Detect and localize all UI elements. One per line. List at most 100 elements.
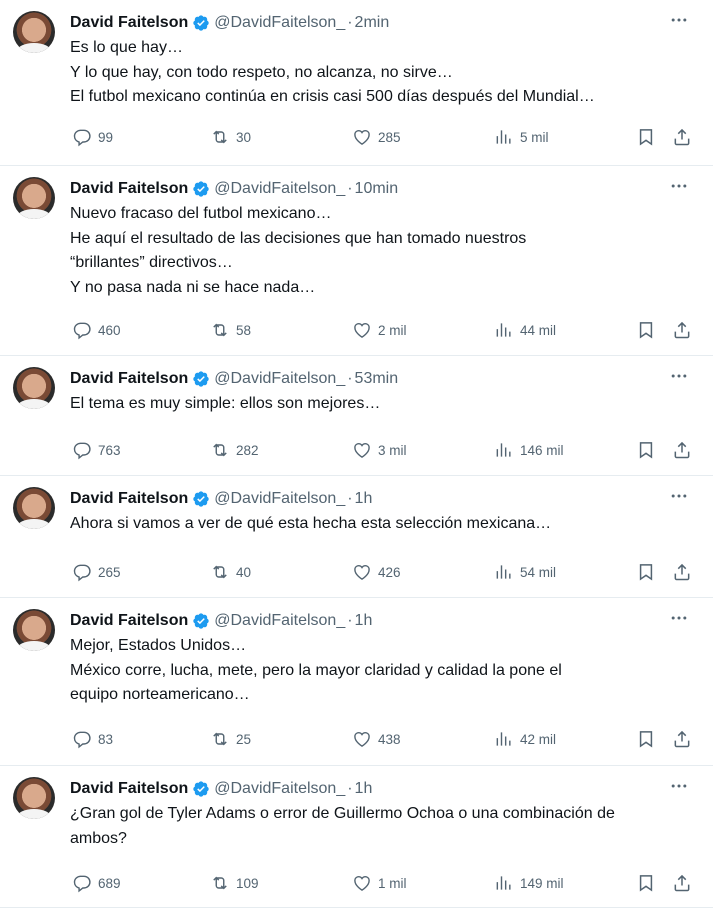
retweet-button[interactable]: 58: [210, 318, 251, 342]
more-options-icon[interactable]: [669, 366, 689, 386]
views-button[interactable]: 44 mil: [494, 318, 556, 342]
retweet-button[interactable]: 40: [210, 560, 251, 584]
timestamp[interactable]: 2min: [355, 12, 390, 34]
bookmark-button[interactable]: [636, 562, 656, 582]
views-button[interactable]: 149 mil: [494, 871, 564, 895]
author-handle[interactable]: @DavidFaitelson_: [214, 368, 345, 390]
author-name[interactable]: David Faitelson: [70, 178, 188, 200]
reply-icon: [73, 564, 91, 582]
tweet-text-line: Nuevo fracaso del futbol mexicano…: [70, 205, 332, 222]
reply-icon: [73, 322, 91, 340]
like-count: 2 mil: [378, 322, 407, 338]
avatar[interactable]: [13, 777, 55, 819]
retweet-button[interactable]: 30: [210, 125, 251, 149]
reply-button[interactable]: 460: [72, 318, 121, 342]
share-button[interactable]: [672, 729, 692, 749]
views-count: 5 mil: [520, 129, 549, 145]
avatar[interactable]: [13, 367, 55, 409]
tweet[interactable]: David Faitelson @DavidFaitelson_ · 10min…: [0, 166, 713, 356]
avatar[interactable]: [13, 487, 55, 529]
more-options-icon[interactable]: [669, 608, 689, 628]
more-options-icon[interactable]: [669, 10, 689, 30]
tweet[interactable]: David Faitelson @DavidFaitelson_ · 53min…: [0, 356, 713, 476]
like-count: 438: [378, 731, 401, 747]
more-options-icon[interactable]: [669, 176, 689, 196]
avatar[interactable]: [13, 11, 55, 53]
author-handle[interactable]: @DavidFaitelson_: [214, 12, 345, 34]
reply-icon: [73, 731, 91, 749]
share-button[interactable]: [672, 562, 692, 582]
reply-button[interactable]: 265: [72, 560, 121, 584]
action-bar: 265 40 426 54 mil: [70, 560, 695, 584]
reply-button[interactable]: 83: [72, 727, 113, 751]
retweet-count: 109: [236, 875, 259, 891]
author-handle[interactable]: @DavidFaitelson_: [214, 778, 345, 800]
verified-badge-icon: [193, 15, 209, 31]
tweet-text-line: Es lo que hay…: [70, 39, 183, 56]
timestamp[interactable]: 10min: [355, 178, 399, 200]
retweet-button[interactable]: 25: [210, 727, 251, 751]
avatar[interactable]: [13, 177, 55, 219]
author-name[interactable]: David Faitelson: [70, 778, 188, 800]
timestamp[interactable]: 1h: [355, 610, 373, 632]
share-button[interactable]: [672, 320, 692, 340]
share-button[interactable]: [672, 440, 692, 460]
views-button[interactable]: 5 mil: [494, 125, 549, 149]
avatar[interactable]: [13, 609, 55, 651]
author-name[interactable]: David Faitelson: [70, 610, 188, 632]
tweet-header: David Faitelson @DavidFaitelson_ · 1h: [70, 778, 372, 800]
more-options-icon[interactable]: [669, 776, 689, 796]
action-bar: 99 30 285 5 mil: [70, 125, 695, 149]
bookmark-icon: [639, 731, 653, 748]
bookmark-button[interactable]: [636, 440, 656, 460]
bookmark-button[interactable]: [636, 729, 656, 749]
reply-button[interactable]: 689: [72, 871, 121, 895]
tweet-header: David Faitelson @DavidFaitelson_ · 10min: [70, 178, 398, 200]
retweet-button[interactable]: 282: [210, 438, 259, 462]
like-button[interactable]: 3 mil: [352, 438, 407, 462]
timestamp[interactable]: 1h: [355, 778, 373, 800]
tweet-header: David Faitelson @DavidFaitelson_ · 1h: [70, 488, 372, 510]
author-name[interactable]: David Faitelson: [70, 12, 188, 34]
tweet-text: ¿Gran gol de Tyler Adams o error de Guil…: [70, 802, 690, 851]
reply-button[interactable]: 99: [72, 125, 113, 149]
tweet-text: Ahora si vamos a ver de qué esta hecha e…: [70, 512, 690, 537]
share-button[interactable]: [672, 127, 692, 147]
views-button[interactable]: 42 mil: [494, 727, 556, 751]
retweet-button[interactable]: 109: [210, 871, 259, 895]
action-bar: 763 282 3 mil 146 mil: [70, 438, 695, 462]
bookmark-button[interactable]: [636, 873, 656, 893]
author-name[interactable]: David Faitelson: [70, 368, 188, 390]
tweet-text-line: Y lo que hay, con todo respeto, no alcan…: [70, 63, 453, 81]
like-button[interactable]: 438: [352, 727, 401, 751]
like-button[interactable]: 2 mil: [352, 318, 407, 342]
retweet-count: 58: [236, 322, 252, 338]
bookmark-icon: [639, 129, 653, 146]
tweet[interactable]: David Faitelson @DavidFaitelson_ · 2min …: [0, 0, 713, 166]
share-button[interactable]: [672, 873, 692, 893]
bookmark-button[interactable]: [636, 127, 656, 147]
timestamp[interactable]: 1h: [355, 488, 373, 510]
timestamp[interactable]: 53min: [355, 368, 399, 390]
like-button[interactable]: 285: [352, 125, 401, 149]
like-button[interactable]: 1 mil: [352, 871, 407, 895]
views-button[interactable]: 146 mil: [494, 438, 564, 462]
share-icon: [674, 128, 690, 146]
author-name[interactable]: David Faitelson: [70, 488, 188, 510]
bookmark-button[interactable]: [636, 320, 656, 340]
tweet[interactable]: David Faitelson @DavidFaitelson_ · 1h ¿G…: [0, 766, 713, 908]
author-handle[interactable]: @DavidFaitelson_: [214, 488, 345, 510]
tweet[interactable]: David Faitelson @DavidFaitelson_ · 1h Ah…: [0, 476, 713, 598]
author-handle[interactable]: @DavidFaitelson_: [214, 610, 345, 632]
author-handle[interactable]: @DavidFaitelson_: [214, 178, 345, 200]
reply-icon: [73, 129, 91, 147]
more-options-icon[interactable]: [669, 486, 689, 506]
views-button[interactable]: 54 mil: [494, 560, 556, 584]
reply-count: 689: [98, 875, 121, 891]
separator-dot: ·: [347, 370, 353, 387]
retweet-count: 40: [236, 564, 252, 580]
share-icon: [674, 441, 690, 459]
reply-button[interactable]: 763: [72, 438, 121, 462]
tweet[interactable]: David Faitelson @DavidFaitelson_ · 1h Me…: [0, 598, 713, 766]
like-button[interactable]: 426: [352, 560, 401, 584]
